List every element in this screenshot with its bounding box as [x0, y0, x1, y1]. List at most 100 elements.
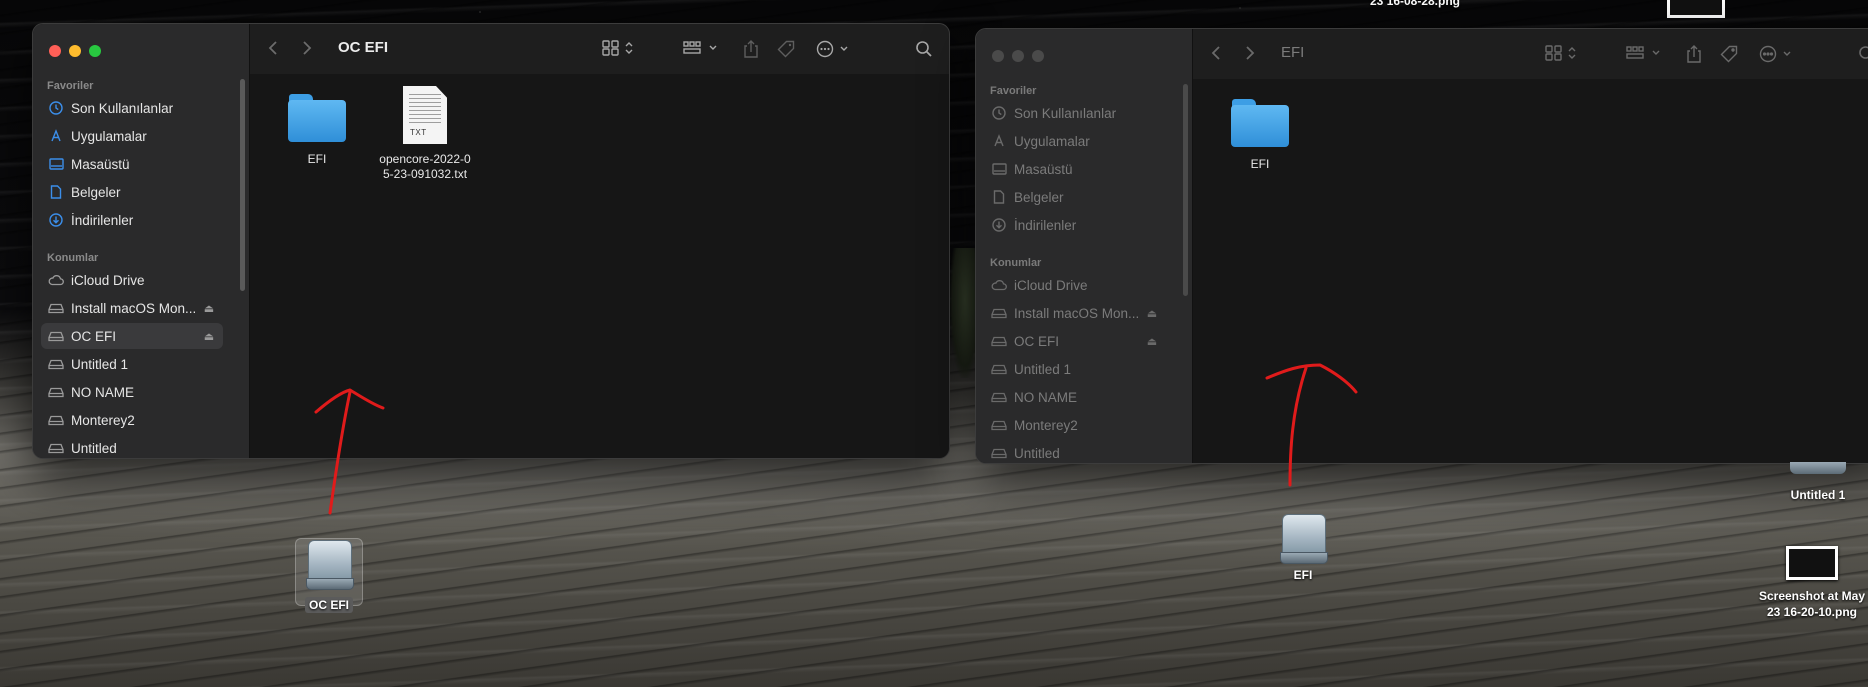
sidebar-item-downloads[interactable]: İndirilenler [41, 207, 223, 233]
file-item-opencore-log[interactable]: TXT opencore-2022-0 5-23-091032.txt [375, 86, 475, 182]
sidebar-item-monterey2[interactable]: Monterey2 [41, 407, 223, 433]
sidebar: Favoriler Son Kullanılanlar Uygulamalar … [33, 24, 250, 458]
sidebar-item-install-macos[interactable]: Install macOS Mon... ⏏ [41, 295, 223, 321]
desktop-file-screenshot[interactable]: Screenshot at May 23 16-20-10.png [1756, 546, 1868, 620]
file-item-efi-folder[interactable]: EFI [1210, 99, 1310, 172]
eject-icon[interactable]: ⏏ [1144, 307, 1160, 320]
sidebar-item-label: Untitled [1014, 445, 1060, 461]
forward-icon[interactable] [1245, 45, 1255, 61]
minimize-button[interactable] [69, 45, 81, 57]
tag-icon[interactable] [1720, 45, 1738, 63]
group-by-icon[interactable] [683, 40, 721, 56]
sidebar-item-label: Untitled [71, 440, 117, 456]
sidebar-item-label: Son Kullanılanlar [71, 100, 174, 116]
sidebar-item-install-macos[interactable]: Install macOS Mon... ⏏ [984, 300, 1166, 326]
sidebar-item-label: NO NAME [71, 384, 135, 400]
sidebar-item-documents[interactable]: Belgeler [41, 179, 223, 205]
desktop-drive-oc-efi[interactable]: OC EFI [293, 538, 365, 613]
close-button[interactable] [992, 50, 1004, 62]
drive-icon [47, 443, 65, 454]
sidebar-item-untitled[interactable]: Untitled [984, 440, 1166, 463]
drive-icon-partial [1790, 462, 1846, 474]
sidebar-item-label: İndirilenler [1014, 217, 1077, 233]
eject-icon[interactable]: ⏏ [201, 330, 217, 343]
sidebar-item-label: Masaüstü [1014, 161, 1073, 177]
drive-icon [990, 420, 1008, 431]
drive-icon [47, 303, 65, 314]
more-actions-icon[interactable] [816, 40, 848, 58]
sidebar-section-locations: Konumlar [990, 257, 1042, 269]
drive-icon [47, 331, 65, 342]
forward-icon[interactable] [302, 40, 312, 56]
sidebar-section-locations: Konumlar [47, 252, 99, 264]
desktop-icon [990, 162, 1008, 176]
file-area[interactable]: EFI [1193, 79, 1868, 463]
desktop-file-screenshot-cut[interactable]: 23 16-08-28.png [1340, 0, 1490, 8]
sidebar-item-oc-efi[interactable]: OC EFI ⏏ [41, 323, 223, 349]
desktop-thumbnail-cut[interactable] [1667, 0, 1725, 18]
more-actions-icon[interactable] [1759, 45, 1791, 63]
desktop-drive-untitled-1[interactable]: Untitled 1 [1770, 462, 1866, 502]
sidebar-item-label: Monterey2 [71, 412, 135, 428]
close-button[interactable] [49, 45, 61, 57]
zoom-button[interactable] [89, 45, 101, 57]
sidebar-item-untitled-1[interactable]: Untitled 1 [41, 351, 223, 377]
sidebar-item-applications[interactable]: Uygulamalar [984, 128, 1166, 154]
file-item-efi-folder[interactable]: EFI [267, 94, 367, 167]
view-grid-icon[interactable] [602, 40, 638, 56]
sidebar-item-label: OC EFI [71, 328, 117, 344]
sidebar-item-label: iCloud Drive [71, 272, 145, 288]
apps-icon [990, 134, 1008, 148]
cloud-icon [990, 279, 1008, 291]
sidebar-scrollbar[interactable] [1183, 84, 1188, 296]
sidebar-section-favorites: Favoriler [47, 80, 94, 92]
sidebar-item-icloud[interactable]: iCloud Drive [41, 267, 223, 293]
sidebar-item-oc-efi[interactable]: OC EFI ⏏ [984, 328, 1166, 354]
sidebar-item-desktop[interactable]: Masaüstü [41, 151, 223, 177]
drive-icon [47, 415, 65, 426]
sidebar-scrollbar[interactable] [240, 79, 245, 291]
sidebar-item-recents[interactable]: Son Kullanılanlar [41, 95, 223, 121]
sidebar-item-applications[interactable]: Uygulamalar [41, 123, 223, 149]
sidebar-item-untitled-1[interactable]: Untitled 1 [984, 356, 1166, 382]
sidebar-item-recents[interactable]: Son Kullanılanlar [984, 100, 1166, 126]
document-icon [47, 185, 65, 199]
folder-icon [288, 94, 346, 142]
apps-icon [47, 129, 65, 143]
drive-icon [990, 392, 1008, 403]
share-icon[interactable] [743, 40, 759, 58]
drive-label: EFI [1293, 568, 1313, 582]
download-icon [990, 218, 1008, 232]
zoom-button[interactable] [1032, 50, 1044, 62]
sidebar-item-label: NO NAME [1014, 389, 1078, 405]
sidebar-item-downloads[interactable]: İndirilenler [984, 212, 1166, 238]
eject-icon[interactable]: ⏏ [1144, 335, 1160, 348]
sidebar-item-no-name[interactable]: NO NAME [984, 384, 1166, 410]
view-grid-icon[interactable] [1545, 45, 1581, 61]
drive-icon [47, 387, 65, 398]
sidebar-item-monterey2[interactable]: Monterey2 [984, 412, 1166, 438]
search-icon[interactable] [1858, 45, 1868, 63]
sidebar-item-label: İndirilenler [71, 212, 134, 228]
sidebar-item-icloud[interactable]: iCloud Drive [984, 272, 1166, 298]
share-icon[interactable] [1686, 45, 1702, 63]
tag-icon[interactable] [777, 40, 795, 58]
text-document-icon: TXT [403, 86, 447, 144]
desktop-drive-efi[interactable]: EFI [1267, 514, 1339, 582]
drive-icon [306, 540, 354, 590]
sidebar-item-label: Belgeler [71, 184, 121, 200]
back-icon[interactable] [268, 40, 278, 56]
back-icon[interactable] [1211, 45, 1221, 61]
search-icon[interactable] [915, 40, 933, 58]
sidebar-item-documents[interactable]: Belgeler [984, 184, 1166, 210]
eject-icon[interactable]: ⏏ [201, 302, 217, 315]
group-by-icon[interactable] [1626, 45, 1664, 61]
window-controls [49, 45, 101, 57]
sidebar-item-desktop[interactable]: Masaüstü [984, 156, 1166, 182]
sidebar-item-no-name[interactable]: NO NAME [41, 379, 223, 405]
sidebar-item-untitled[interactable]: Untitled [41, 435, 223, 458]
minimize-button[interactable] [1012, 50, 1024, 62]
file-area[interactable]: EFI TXT opencore-2022-0 5-23-091032.txt [250, 74, 949, 458]
download-icon [47, 213, 65, 227]
sidebar-item-label: Untitled 1 [1014, 361, 1072, 377]
